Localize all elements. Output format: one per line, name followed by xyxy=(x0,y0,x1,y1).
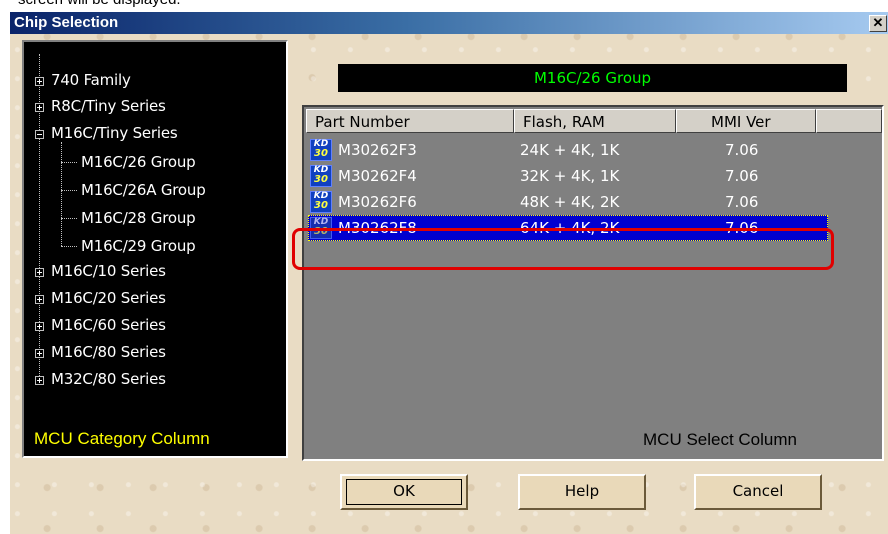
dialog-title: Chip Selection xyxy=(14,14,119,31)
expand-icon[interactable] xyxy=(35,322,44,331)
document-text-fragment: screen will be displayed. xyxy=(18,0,181,8)
tree-item-m16c-60-series[interactable]: M16C/60 Series xyxy=(51,315,166,335)
mmi-ver-cell: 7.06 xyxy=(725,167,759,185)
help-button[interactable]: Help xyxy=(518,474,646,510)
mcu-select-list[interactable]: Part Number Flash, RAM MMI Ver KD 30 M302… xyxy=(302,105,884,461)
tree-connector-line xyxy=(61,246,77,247)
tree-item-m16c-28-group[interactable]: M16C/28 Group xyxy=(81,208,196,228)
ok-button-focus-rect xyxy=(346,479,462,505)
tree-connector-line xyxy=(61,218,77,219)
cancel-button[interactable]: Cancel xyxy=(694,474,822,510)
column-header-mmi-ver[interactable]: MMI Ver xyxy=(676,109,816,133)
table-row[interactable]: KD 30 M30262F6 48K + 4K, 2K 7.06 xyxy=(308,189,828,215)
column-header-flash-ram[interactable]: Flash, RAM xyxy=(514,109,676,133)
collapse-icon[interactable] xyxy=(35,130,44,139)
expand-icon[interactable] xyxy=(35,295,44,304)
tree-connector-line xyxy=(61,190,77,191)
part-number-cell: M30262F3 xyxy=(338,141,417,159)
tree-item-m16c-26a-group[interactable]: M16C/26A Group xyxy=(81,180,206,200)
tree-item-m16c-20-series[interactable]: M16C/20 Series xyxy=(51,288,166,308)
chip-icon: KD 30 xyxy=(310,191,332,213)
table-row[interactable]: KD 30 M30262F3 24K + 4K, 1K 7.06 xyxy=(308,137,828,163)
tree-item-740-family[interactable]: 740 Family xyxy=(51,70,131,90)
tree-item-m32c-80-series[interactable]: M32C/80 Series xyxy=(51,369,166,389)
list-header: Part Number Flash, RAM MMI Ver xyxy=(306,109,882,133)
part-number-cell: M30262F4 xyxy=(338,167,417,185)
mcu-select-caption: MCU Select Column xyxy=(643,430,797,449)
column-header-part-number[interactable]: Part Number xyxy=(306,109,514,133)
chip-icon: KD 30 xyxy=(310,165,332,187)
mmi-ver-cell: 7.06 xyxy=(725,193,759,211)
help-button-label: Help xyxy=(564,482,600,500)
expand-icon[interactable] xyxy=(35,268,44,277)
title-bar[interactable]: Chip Selection ✕ xyxy=(10,12,888,34)
tree-item-m16c-26-group[interactable]: M16C/26 Group xyxy=(81,152,196,172)
mmi-ver-cell: 7.06 xyxy=(725,141,759,159)
flash-ram-cell: 48K + 4K, 2K xyxy=(520,193,620,211)
tree-connector-line xyxy=(61,142,62,246)
column-header-filler xyxy=(816,109,882,133)
table-row[interactable]: KD 30 M30262F4 32K + 4K, 1K 7.06 xyxy=(308,163,828,189)
mcu-category-tree[interactable]: 740 Family R8C/Tiny Series M16C/Tiny Ser… xyxy=(22,40,288,458)
expand-icon[interactable] xyxy=(35,77,44,86)
flash-ram-cell: 32K + 4K, 1K xyxy=(520,167,620,185)
cancel-button-label: Cancel xyxy=(732,482,784,500)
mcu-category-caption: MCU Category Column xyxy=(34,429,210,448)
expand-icon[interactable] xyxy=(35,376,44,385)
tree-item-m16c-10-series[interactable]: M16C/10 Series xyxy=(51,261,166,281)
tree-item-m16c-80-series[interactable]: M16C/80 Series xyxy=(51,342,166,362)
ok-button[interactable]: OK xyxy=(340,474,468,510)
part-number-cell: M30262F6 xyxy=(338,193,417,211)
tree-item-m16c-tiny-series[interactable]: M16C/Tiny Series xyxy=(51,123,178,143)
selection-highlight-annotation xyxy=(292,228,834,270)
expand-icon[interactable] xyxy=(35,349,44,358)
close-icon: ✕ xyxy=(872,15,884,30)
expand-icon[interactable] xyxy=(35,103,44,112)
tree-item-m16c-29-group[interactable]: M16C/29 Group xyxy=(81,236,196,256)
flash-ram-cell: 24K + 4K, 1K xyxy=(520,141,620,159)
tree-connector-line xyxy=(61,162,77,163)
chip-icon: KD 30 xyxy=(310,139,332,161)
tree-item-r8c-tiny-series[interactable]: R8C/Tiny Series xyxy=(51,96,166,116)
selected-group-banner: M16C/26 Group xyxy=(338,64,847,92)
close-button[interactable]: ✕ xyxy=(869,15,887,32)
